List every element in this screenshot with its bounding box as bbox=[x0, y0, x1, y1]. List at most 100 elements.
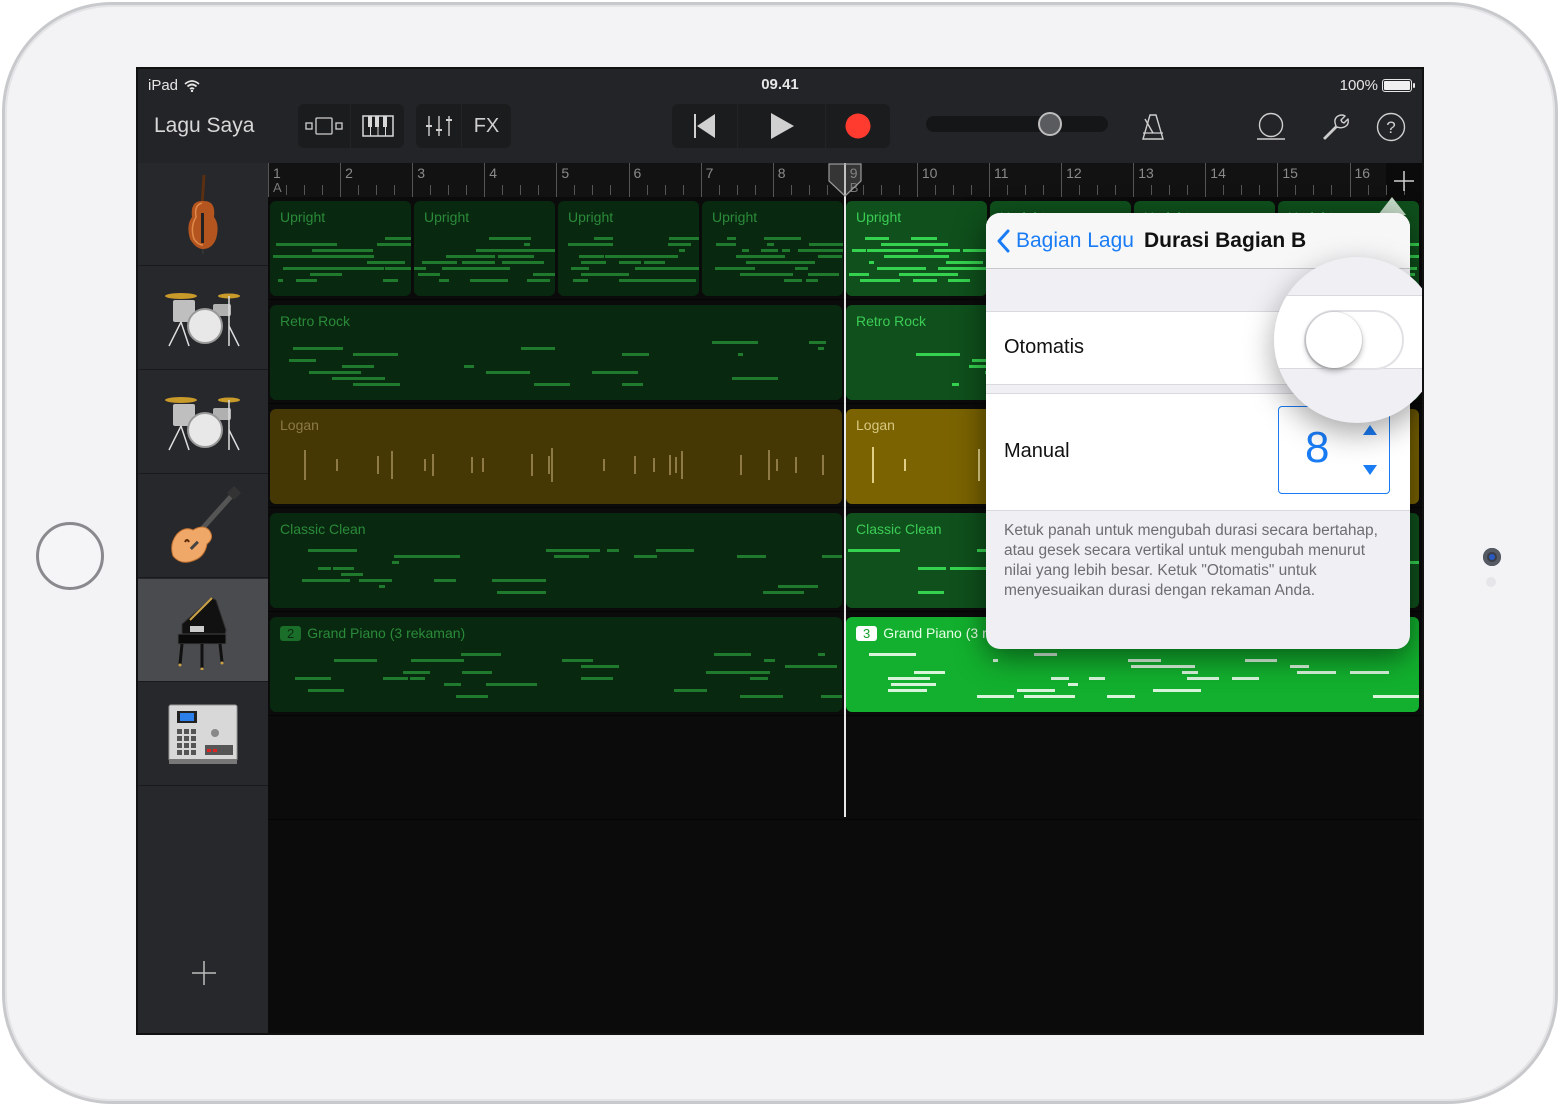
bar-ruler[interactable]: 1A23456789B10111213141516 bbox=[268, 163, 1405, 197]
beat-tick bbox=[448, 185, 450, 195]
note bbox=[440, 261, 445, 264]
note bbox=[945, 261, 983, 264]
my-songs-button[interactable]: Lagu Saya bbox=[154, 114, 254, 138]
note bbox=[881, 243, 935, 246]
region-label: Upright bbox=[712, 209, 758, 225]
home-button[interactable] bbox=[36, 522, 104, 590]
note bbox=[634, 455, 637, 475]
play-button[interactable] bbox=[738, 104, 826, 148]
track-header-drum-machine[interactable] bbox=[138, 683, 268, 786]
note bbox=[790, 279, 802, 282]
tracks-view-button[interactable] bbox=[298, 104, 351, 148]
back-button[interactable]: Bagian Lagu bbox=[996, 229, 1134, 253]
note bbox=[352, 383, 401, 386]
note bbox=[918, 567, 946, 570]
region-name: Upright bbox=[424, 209, 469, 225]
note bbox=[623, 255, 669, 258]
track-header-drums-logan[interactable] bbox=[138, 371, 268, 474]
note bbox=[737, 555, 766, 558]
clock: 09.41 bbox=[761, 76, 799, 93]
go-to-beginning-button[interactable] bbox=[672, 104, 738, 148]
automatic-label: Otomatis bbox=[1004, 336, 1085, 358]
region-label: Retro Rock bbox=[856, 313, 927, 329]
master-volume-slider[interactable] bbox=[926, 112, 1108, 136]
region[interactable]: Logan bbox=[270, 409, 842, 504]
note bbox=[737, 353, 744, 356]
region-label: Upright bbox=[568, 209, 614, 225]
region[interactable]: Upright bbox=[414, 201, 555, 296]
note bbox=[327, 371, 362, 374]
note bbox=[523, 243, 530, 246]
playhead[interactable] bbox=[844, 163, 846, 817]
note bbox=[594, 237, 614, 240]
bar-number: 11 bbox=[994, 165, 1009, 181]
help-button[interactable]: ? bbox=[1374, 110, 1408, 144]
ruler-bar: 10 bbox=[916, 163, 937, 197]
bar-number: 12 bbox=[1066, 165, 1082, 181]
bar-number: 13 bbox=[1138, 165, 1154, 181]
playhead-handle-icon[interactable] bbox=[828, 163, 862, 197]
beat-tick bbox=[466, 185, 468, 195]
beat-tick bbox=[934, 185, 936, 195]
note bbox=[714, 267, 756, 270]
region[interactable]: Upright bbox=[846, 201, 987, 296]
volume-knob[interactable] bbox=[1037, 112, 1062, 136]
region-name: Classic Clean bbox=[280, 521, 366, 537]
ruler-bar: 15 bbox=[1277, 163, 1298, 197]
battery-percent: 100% bbox=[1339, 77, 1378, 94]
note bbox=[341, 573, 364, 576]
track-header-drums-retro-rock[interactable] bbox=[138, 267, 268, 370]
note bbox=[1182, 671, 1199, 674]
bar-number: 6 bbox=[633, 165, 642, 181]
track-header-grand-piano[interactable] bbox=[138, 579, 268, 682]
add-section-button[interactable] bbox=[1390, 167, 1418, 195]
ruler-bar: 13 bbox=[1133, 163, 1154, 197]
keyboard-button[interactable] bbox=[351, 104, 404, 148]
note bbox=[551, 447, 554, 483]
bar-number: 14 bbox=[1210, 165, 1226, 181]
ruler-bar: 1A bbox=[268, 163, 282, 197]
region[interactable]: Classic Clean bbox=[270, 513, 842, 608]
take-count-badge[interactable]: 3 bbox=[856, 626, 878, 641]
note bbox=[330, 267, 383, 270]
note bbox=[308, 549, 357, 552]
region[interactable]: Upright bbox=[702, 201, 843, 296]
status-bar: iPad 09.41 100% bbox=[138, 69, 1422, 99]
ruler-bar: 12 bbox=[1061, 163, 1082, 197]
region[interactable]: Retro Rock bbox=[270, 305, 842, 400]
note bbox=[595, 243, 613, 246]
region[interactable]: 2 Grand Piano (3 rekaman) bbox=[270, 617, 842, 712]
decrement-arrow-icon[interactable] bbox=[1363, 465, 1377, 475]
note bbox=[471, 456, 474, 474]
record-button[interactable] bbox=[826, 104, 890, 148]
note bbox=[1034, 653, 1058, 656]
note bbox=[410, 677, 426, 680]
fx-button[interactable]: FX bbox=[462, 104, 511, 148]
region[interactable]: Upright bbox=[270, 201, 411, 296]
beat-tick bbox=[502, 185, 504, 195]
take-count-badge[interactable]: 2 bbox=[280, 626, 302, 641]
chevron-left-icon bbox=[997, 229, 1010, 252]
note bbox=[494, 267, 510, 270]
mixer-button[interactable] bbox=[416, 104, 462, 148]
note bbox=[764, 659, 776, 662]
automatic-toggle[interactable] bbox=[1304, 310, 1404, 370]
electric-guitar-icon bbox=[171, 486, 242, 563]
increment-arrow-icon[interactable] bbox=[1363, 425, 1377, 435]
note bbox=[726, 237, 737, 240]
note bbox=[533, 383, 571, 386]
track-header-guitar[interactable] bbox=[138, 475, 268, 578]
beat-tick bbox=[1079, 185, 1081, 195]
region[interactable]: Upright bbox=[558, 201, 699, 296]
settings-button[interactable] bbox=[1318, 110, 1352, 144]
add-track-button[interactable] bbox=[190, 959, 218, 987]
ruler-bar: 11 bbox=[989, 163, 1009, 197]
grand-piano-icon bbox=[177, 597, 227, 670]
loop-button[interactable] bbox=[1254, 110, 1288, 144]
note bbox=[731, 377, 778, 380]
metronome-button[interactable] bbox=[1136, 110, 1170, 144]
track-header-upright-bass[interactable] bbox=[138, 163, 268, 266]
note bbox=[570, 267, 589, 270]
beat-tick bbox=[718, 185, 720, 195]
beat-tick bbox=[952, 185, 954, 195]
